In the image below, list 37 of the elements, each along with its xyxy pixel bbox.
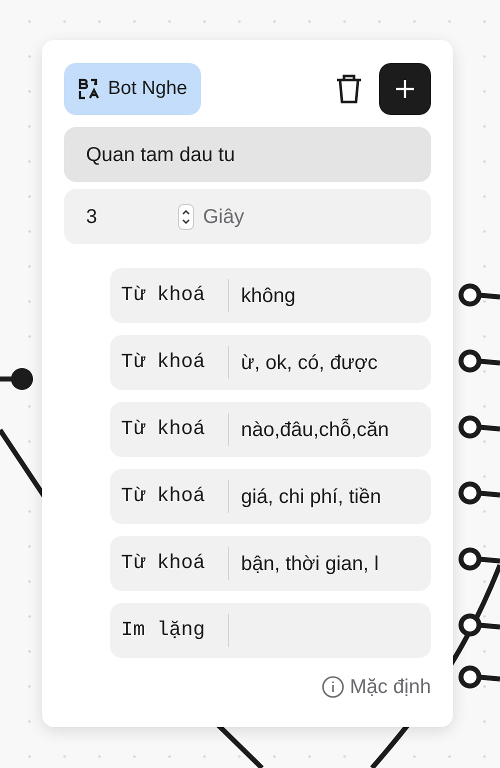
output-handle[interactable] [458, 614, 482, 636]
keyword-field[interactable]: ừ, ok, có, được [229, 348, 378, 378]
branch-label: Từ khoá [120, 416, 206, 442]
branch-row[interactable]: Từ khoá bận, thời gian, l [110, 536, 431, 591]
name-field[interactable]: Quan tam dau tu [64, 127, 431, 182]
timeout-field[interactable]: 3 Giây [64, 189, 431, 244]
branch-label: Từ khoá [120, 282, 206, 308]
add-button[interactable] [379, 63, 431, 115]
keyword-field[interactable]: bận, thời gian, l [229, 548, 379, 578]
branch-row[interactable]: Từ khoá nào,đâu,chỗ,căn [110, 402, 431, 457]
keyword-field[interactable]: giá, chi phí, tiền [229, 482, 382, 512]
node-type-label: Bot Nghe [108, 76, 188, 101]
branch-label: Từ khoá [120, 484, 206, 510]
output-handle[interactable] [458, 548, 482, 570]
translate-icon [78, 78, 100, 100]
keyword-field[interactable]: không [229, 280, 296, 310]
branch-label: Im lặng [120, 618, 206, 644]
branch-row[interactable]: Im lặng [110, 603, 431, 658]
default-label: Mặc định [350, 675, 431, 700]
branch-row[interactable]: Từ khoá giá, chi phí, tiền [110, 469, 431, 524]
output-handle[interactable] [458, 416, 482, 438]
branch-label: Từ khoá [120, 350, 206, 376]
output-handle[interactable] [458, 284, 482, 306]
branch-row[interactable]: Từ khoá không [110, 268, 431, 323]
timeout-value: 3 [86, 204, 98, 230]
output-handle[interactable] [458, 482, 482, 504]
keyword-field[interactable]: nào,đâu,chỗ,căn [229, 414, 389, 444]
input-handle[interactable] [11, 368, 33, 390]
trash-icon[interactable] [335, 74, 363, 104]
spinner-icon[interactable] [178, 204, 194, 230]
timeout-unit: Giây [203, 204, 244, 230]
branch-row[interactable]: Từ khoá ừ, ok, có, được [110, 335, 431, 390]
branch-label: Từ khoá [120, 550, 206, 576]
output-handle[interactable] [458, 350, 482, 372]
output-handle[interactable] [458, 666, 482, 688]
info-icon [322, 676, 344, 698]
plus-icon [396, 80, 414, 98]
